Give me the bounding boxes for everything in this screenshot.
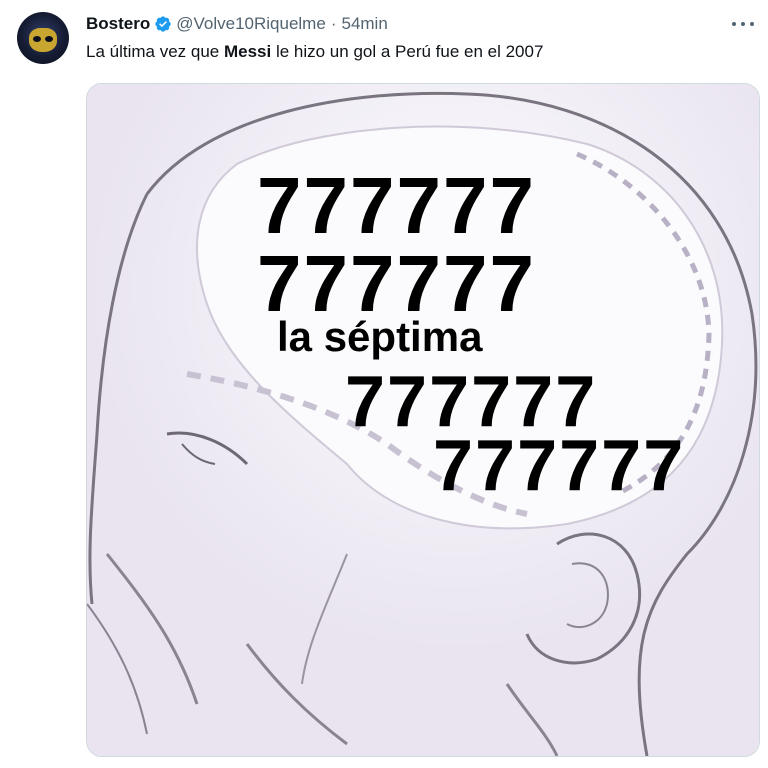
avatar[interactable] bbox=[17, 12, 69, 64]
handle[interactable]: @Volve10Riquelme bbox=[176, 14, 326, 34]
tweet-text-bold: Messi bbox=[223, 42, 272, 61]
tweet-image[interactable]: 777777 777777 la séptima 777777 777777 bbox=[86, 83, 760, 757]
meme-text-line-5: 777777 bbox=[433, 426, 686, 506]
tweet-header: Bostero @Volve10Riquelme · 54min bbox=[86, 12, 388, 36]
meme-text-line-1: 777777 bbox=[257, 161, 536, 250]
display-name[interactable]: Bostero bbox=[86, 14, 150, 34]
meme-text-line-2: 777777 bbox=[257, 239, 536, 328]
more-options-icon[interactable] bbox=[732, 14, 754, 34]
verified-badge-icon bbox=[154, 15, 172, 33]
tweet-text-start: La última vez que bbox=[86, 42, 224, 61]
separator-dot: · bbox=[330, 14, 337, 33]
tweet-text-end: le hizo un gol a Perú fue en el 2007 bbox=[271, 42, 544, 61]
tweet-text: La última vez que Messi le hizo un gol a… bbox=[86, 42, 543, 62]
meme-text-line-3: la séptima bbox=[277, 313, 483, 360]
timestamp[interactable]: 54min bbox=[341, 14, 387, 34]
avatar-mask-icon bbox=[29, 28, 57, 52]
tweet[interactable]: Bostero @Volve10Riquelme · 54min La últi… bbox=[0, 0, 768, 768]
